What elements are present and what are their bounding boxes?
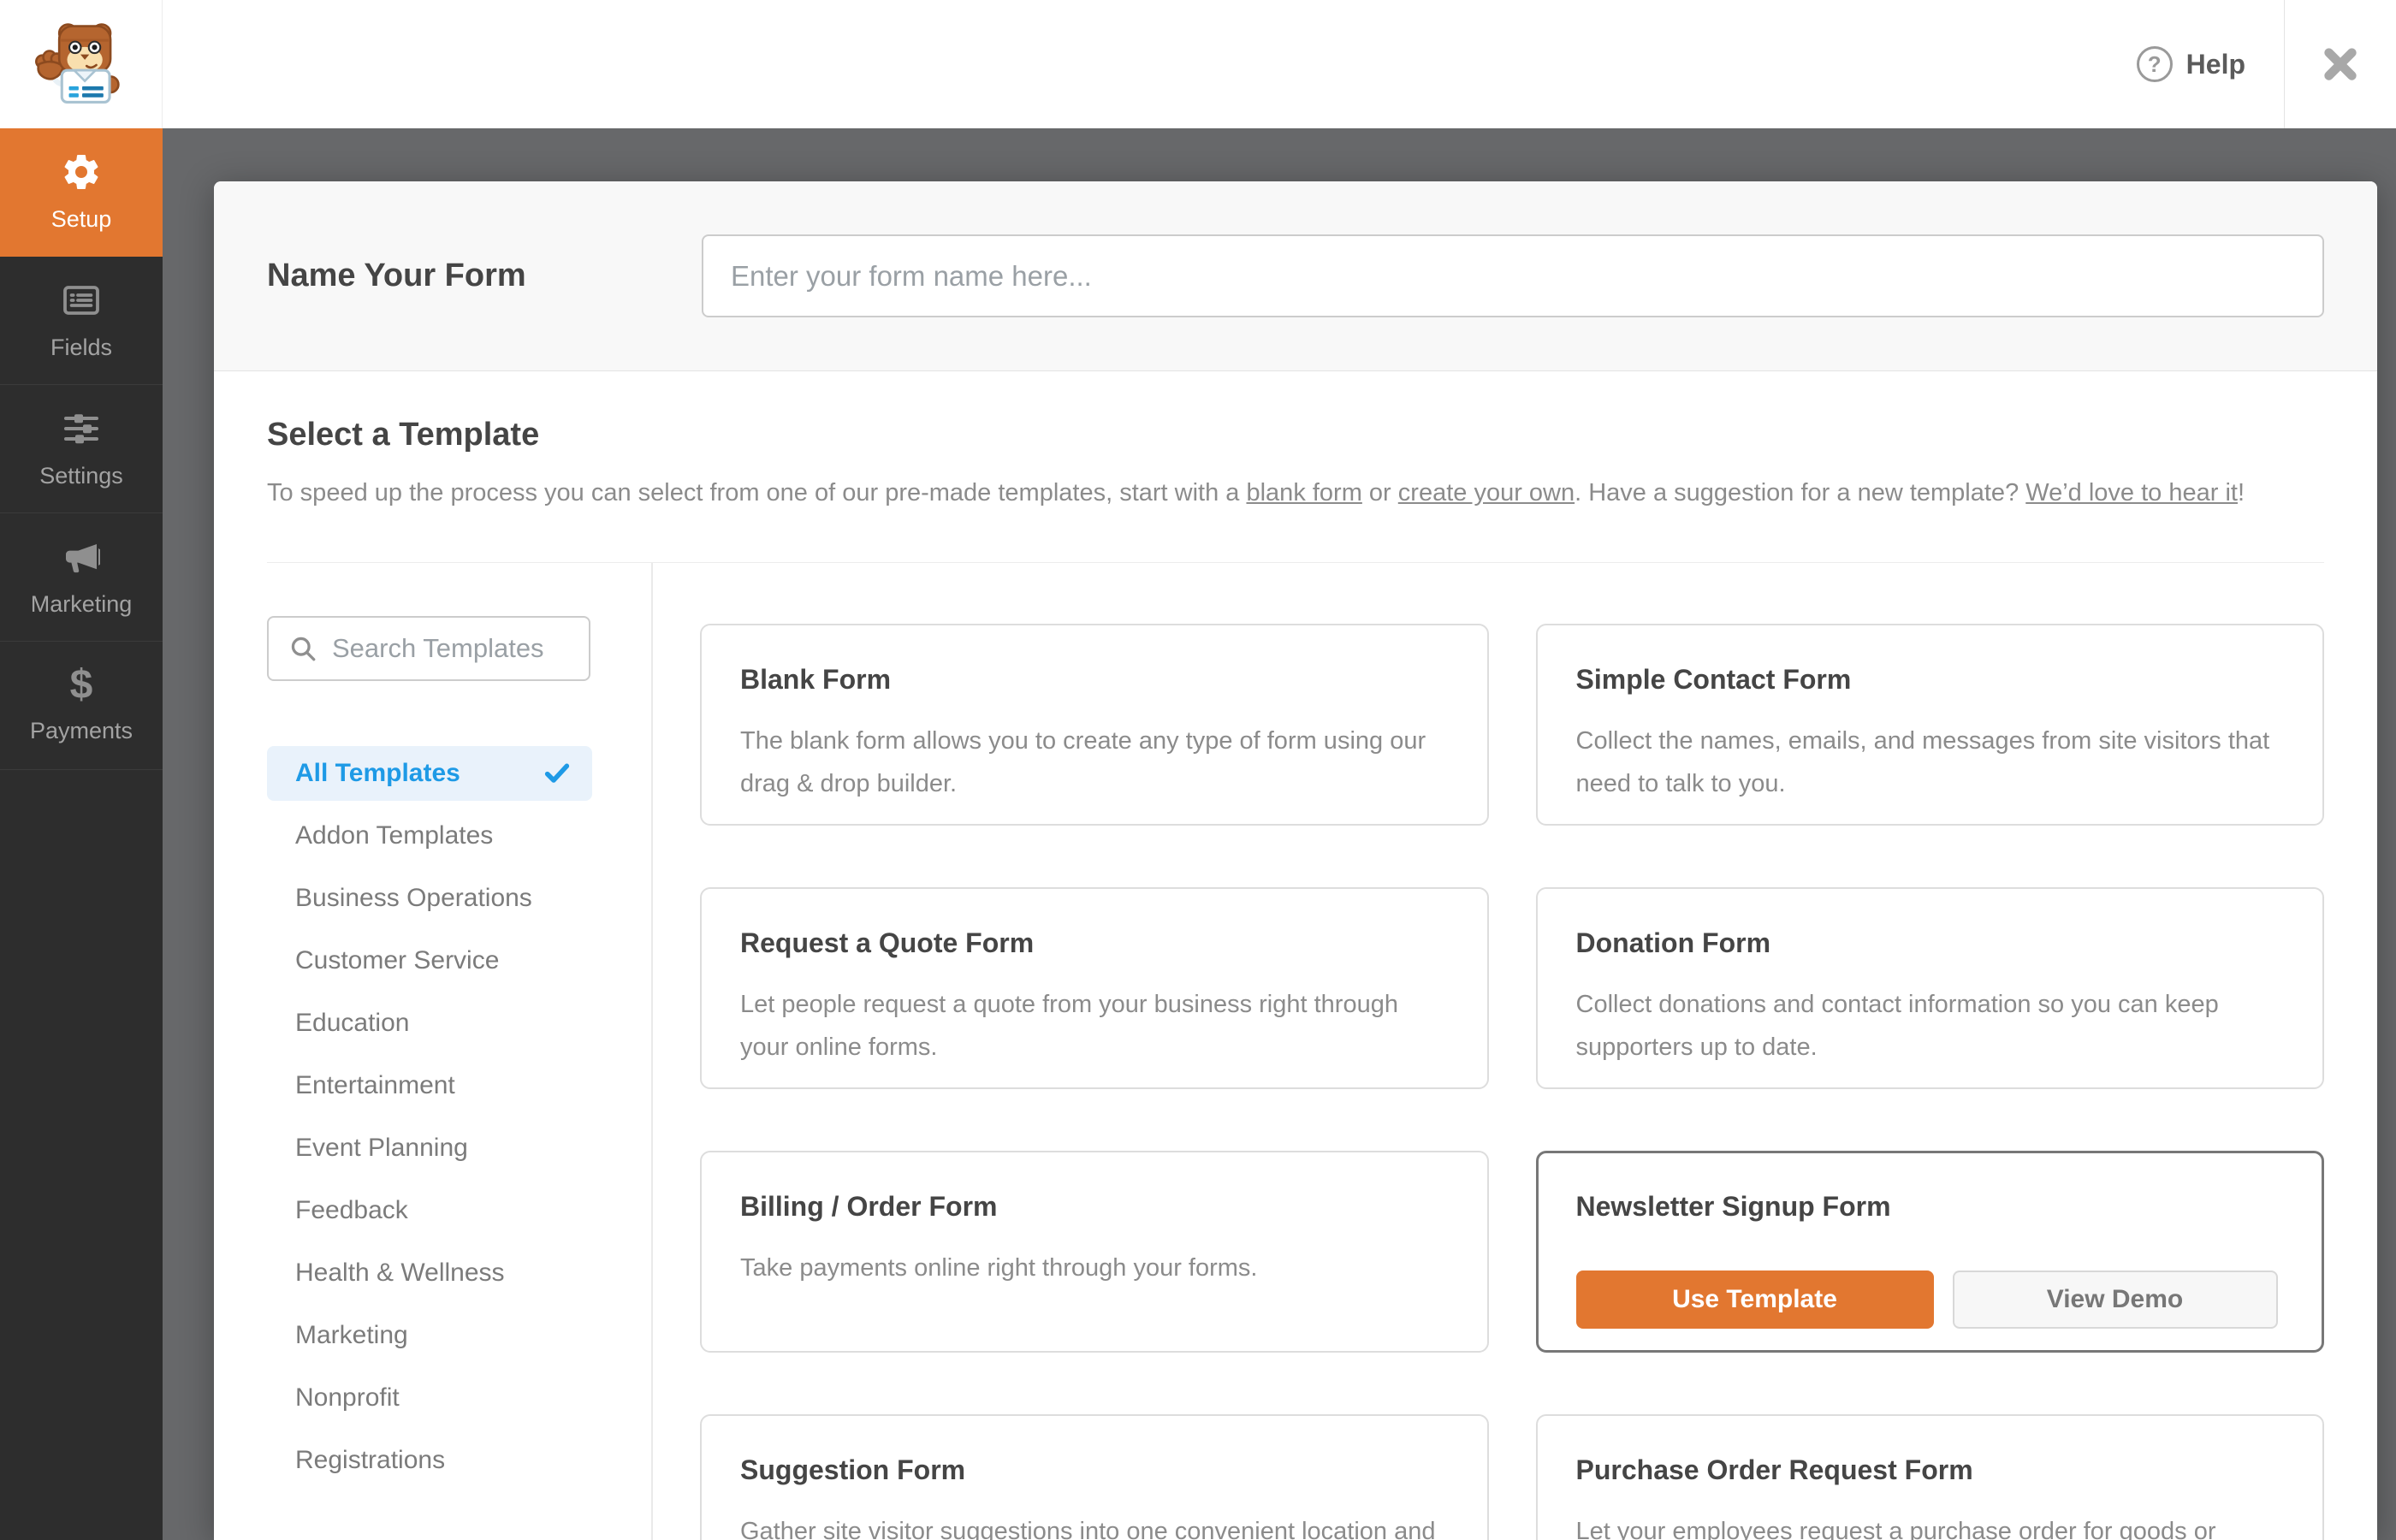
category-health-wellness[interactable]: Health & Wellness [267, 1246, 592, 1300]
template-card-donation-form[interactable]: Donation Form Collect donations and cont… [1535, 887, 2324, 1089]
sliders-icon [64, 414, 98, 444]
help-button[interactable]: ? Help [2136, 0, 2245, 128]
category-label: All Templates [295, 759, 460, 787]
sidebar-item-fields[interactable]: Fields [0, 257, 163, 385]
template-card-billing-order-form[interactable]: Billing / Order Form Take payments onlin… [700, 1151, 1489, 1353]
select-template-description: To speed up the process you can select f… [267, 476, 2324, 511]
builder-sidebar: Setup Fields Settings Marketing $ Paymen… [0, 128, 163, 1540]
help-label: Help [2185, 48, 2245, 80]
use-template-button[interactable]: Use Template [1575, 1270, 1934, 1329]
template-title: Request a Quote Form [740, 927, 1035, 958]
template-categories-panel: All Templates Addon Templates Business O… [267, 563, 653, 1540]
setup-panel: Name Your Form Select a Template To spee… [214, 181, 2377, 1540]
view-demo-button[interactable]: View Demo [1952, 1270, 2278, 1329]
megaphone-icon [66, 544, 100, 573]
gear-icon [64, 154, 98, 189]
top-header: ? Help [0, 0, 2396, 128]
close-builder-button[interactable] [2285, 0, 2396, 128]
template-title: Donation Form [1575, 927, 1771, 958]
name-your-form-label: Name Your Form [267, 258, 526, 293]
template-card-request-a-quote-form[interactable]: Request a Quote Form Let people request … [700, 887, 1489, 1089]
name-your-form-section: Name Your Form [214, 181, 2377, 371]
template-description: Gather site visitor suggestions into one… [740, 1518, 1436, 1540]
description-text: . Have a suggestion for a new template? [1575, 479, 2026, 506]
bear-mascot-icon [34, 23, 120, 104]
category-education[interactable]: Education [267, 996, 592, 1051]
template-title: Suggestion Form [740, 1454, 966, 1485]
category-entertainment[interactable]: Entertainment [267, 1058, 592, 1113]
template-description: Let your employees request a purchase or… [1575, 1518, 2216, 1540]
category-label: Registrations [295, 1446, 446, 1474]
sidebar-item-label: Payments [29, 718, 133, 743]
template-description: Collect donations and contact informatio… [1575, 991, 2219, 1061]
close-icon [2324, 48, 2357, 80]
template-card-simple-contact-form[interactable]: Simple Contact Form Collect the names, e… [1535, 624, 2324, 826]
template-description: Let people request a quote from your bus… [740, 991, 1398, 1061]
category-label: Feedback [295, 1196, 408, 1224]
sidebar-item-payments[interactable]: $ Payments [0, 642, 163, 770]
template-title: Purchase Order Request Form [1575, 1454, 1973, 1485]
template-card-newsletter-signup-form[interactable]: Newsletter Signup Form Use Template View… [1535, 1151, 2324, 1353]
category-marketing[interactable]: Marketing [267, 1308, 592, 1363]
template-title: Simple Contact Form [1575, 664, 1852, 695]
template-description: Collect the names, emails, and messages … [1575, 727, 2270, 797]
category-label: Customer Service [295, 946, 500, 974]
template-title: Billing / Order Form [740, 1191, 998, 1222]
select-template-title: Select a Template [267, 417, 540, 453]
form-name-input[interactable] [702, 234, 2324, 317]
category-label: Business Operations [295, 884, 532, 912]
category-label: Addon Templates [295, 821, 494, 850]
category-nonprofit[interactable]: Nonprofit [267, 1371, 592, 1425]
category-customer-service[interactable]: Customer Service [267, 933, 592, 988]
template-description: The blank form allows you to create any … [740, 727, 1426, 797]
category-label: Nonprofit [295, 1383, 400, 1412]
sidebar-item-label: Fields [50, 335, 113, 360]
category-label: Event Planning [295, 1134, 468, 1162]
search-icon [291, 637, 316, 661]
description-text: To speed up the process you can select f… [267, 479, 1247, 506]
form-fields-icon [63, 286, 99, 315]
description-text: ! [2237, 479, 2245, 506]
template-card-suggestion-form[interactable]: Suggestion Form Gather site visitor sugg… [700, 1414, 1489, 1540]
sidebar-item-label: Marketing [30, 591, 133, 617]
suggest-template-link[interactable]: We’d love to hear it [2025, 479, 2238, 506]
sidebar-item-label: Settings [39, 463, 123, 489]
category-label: Entertainment [295, 1071, 455, 1099]
description-text: or [1361, 479, 1398, 506]
wpforms-logo [0, 0, 163, 128]
templates-grid: Blank Form The blank form allows you to … [700, 563, 2324, 1540]
category-label: Marketing [295, 1321, 408, 1349]
category-list: All Templates Addon Templates Business O… [267, 746, 651, 1488]
question-circle-icon: ? [2136, 46, 2173, 82]
search-templates-box [267, 616, 590, 681]
template-card-blank-form[interactable]: Blank Form The blank form allows you to … [700, 624, 1489, 826]
category-business-operations[interactable]: Business Operations [267, 871, 592, 926]
dollar-icon: $ [69, 662, 93, 708]
blank-form-link[interactable]: blank form [1246, 479, 1361, 506]
template-title: Blank Form [740, 664, 892, 695]
checkmark-icon [544, 763, 570, 783]
sidebar-item-label: Setup [50, 206, 112, 232]
category-addon-templates[interactable]: Addon Templates [267, 808, 592, 863]
category-registrations[interactable]: Registrations [267, 1433, 592, 1488]
template-description: Take payments online right through your … [740, 1254, 1258, 1282]
category-label: Education [295, 1009, 410, 1037]
template-card-purchase-order-request-form[interactable]: Purchase Order Request Form Let your emp… [1535, 1414, 2324, 1540]
category-label: Health & Wellness [295, 1259, 505, 1287]
sidebar-item-settings[interactable]: Settings [0, 385, 163, 513]
category-feedback[interactable]: Feedback [267, 1183, 592, 1238]
template-title: Newsletter Signup Form [1575, 1191, 1891, 1222]
sidebar-item-setup[interactable]: Setup [0, 128, 163, 257]
sidebar-item-marketing[interactable]: Marketing [0, 513, 163, 642]
category-all-templates[interactable]: All Templates [267, 746, 592, 801]
category-event-planning[interactable]: Event Planning [267, 1121, 592, 1176]
create-your-own-link[interactable]: create your own [1398, 479, 1575, 506]
